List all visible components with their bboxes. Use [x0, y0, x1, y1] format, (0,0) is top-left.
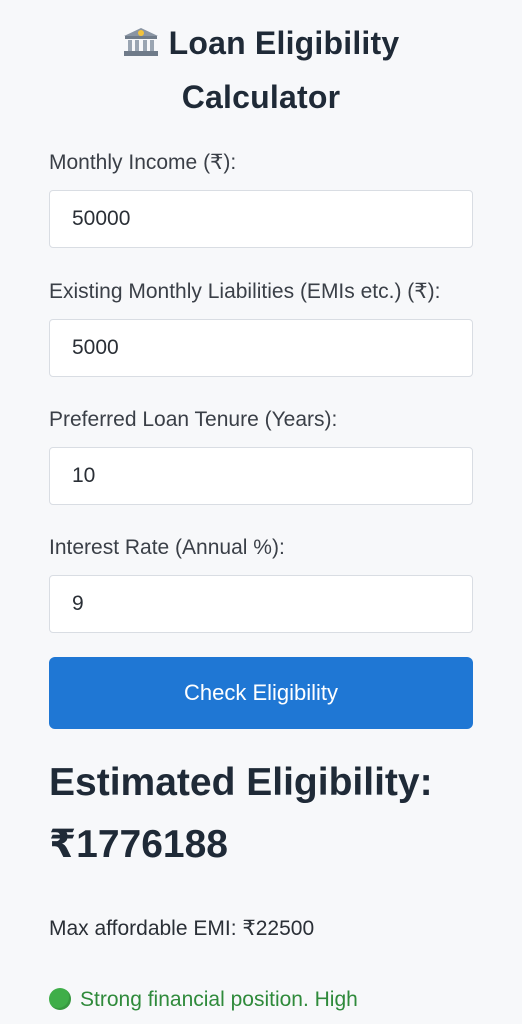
- max-emi-text: Max affordable EMI: ₹22500: [49, 917, 315, 940]
- tenure-field-group: Preferred Loan Tenure (Years):: [49, 407, 473, 505]
- liabilities-field-group: Existing Monthly Liabilities (EMIs etc.)…: [49, 279, 473, 377]
- interest-field-group: Interest Rate (Annual %):: [49, 535, 473, 633]
- check-eligibility-button[interactable]: Check Eligibility: [49, 657, 473, 729]
- tenure-input[interactable]: [49, 447, 473, 505]
- income-input[interactable]: [49, 190, 473, 248]
- result-panel: Estimated Eligibility: ₹1776188: [49, 755, 489, 873]
- status-text: Strong financial position. High: [80, 988, 358, 1011]
- green-circle-icon: [49, 988, 71, 1010]
- result-heading: Estimated Eligibility:: [49, 761, 433, 804]
- income-label: Monthly Income (₹):: [49, 151, 237, 174]
- interest-label: Interest Rate (Annual %):: [49, 536, 285, 559]
- liabilities-label: Existing Monthly Liabilities (EMIs etc.)…: [49, 280, 441, 303]
- status-message: Strong financial position. High: [49, 988, 358, 1012]
- tenure-label: Preferred Loan Tenure (Years):: [49, 408, 338, 431]
- liabilities-input[interactable]: [49, 319, 473, 377]
- interest-input[interactable]: [49, 575, 473, 633]
- loan-calculator-page: Loan Eligibility Calculator Monthly Inco…: [0, 0, 522, 1024]
- income-field-group: Monthly Income (₹):: [49, 150, 473, 248]
- title-text: Loan Eligibility Calculator: [168, 25, 400, 115]
- bank-icon: [123, 28, 158, 56]
- eligibility-amount: ₹1776188: [49, 823, 228, 866]
- page-title: Loan Eligibility Calculator: [49, 0, 473, 124]
